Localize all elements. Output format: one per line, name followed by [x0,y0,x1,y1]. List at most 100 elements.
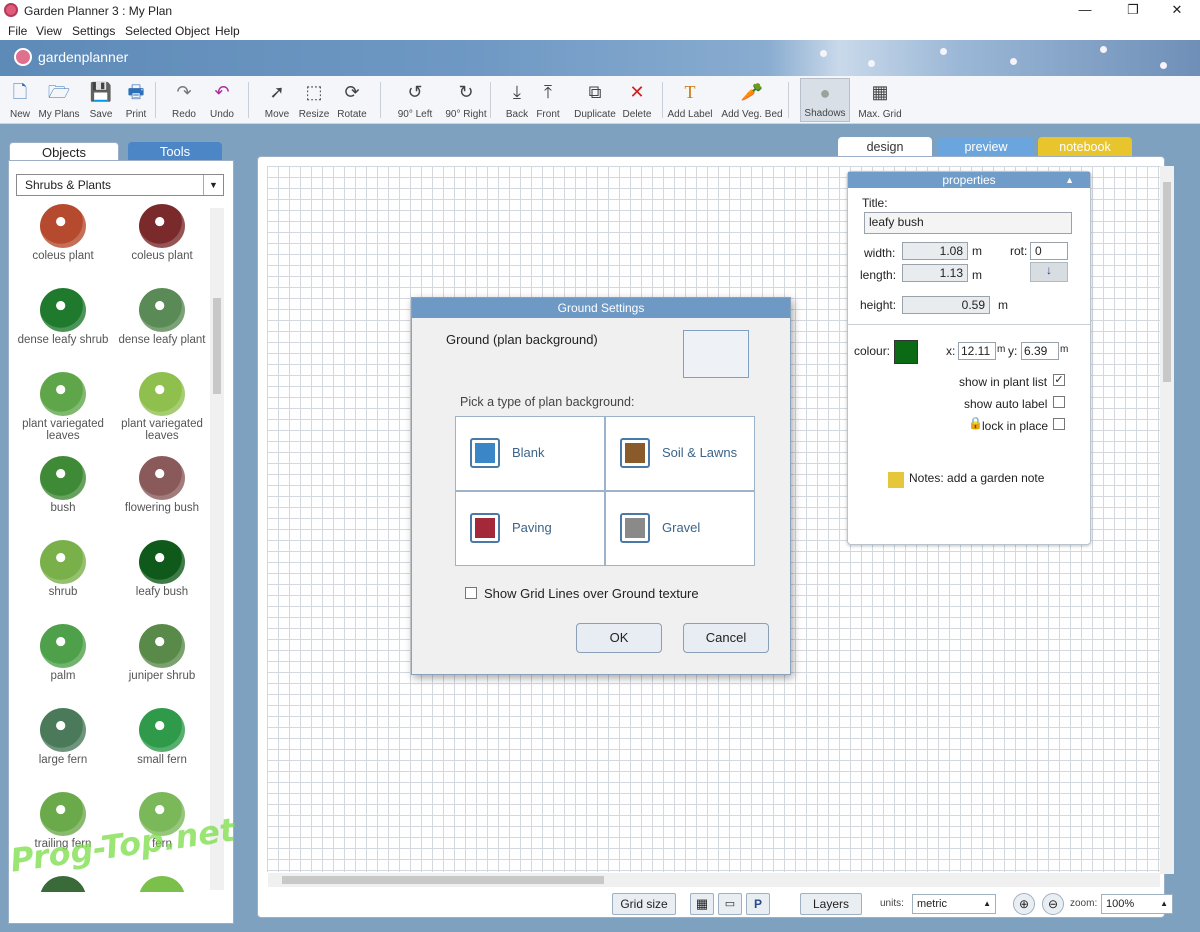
tab-notebook[interactable]: notebook [1038,137,1132,157]
menu-settings[interactable]: Settings [72,24,115,38]
menu-file[interactable]: File [8,24,27,38]
plant-item[interactable]: juniper shrub [113,620,210,704]
minimize-button[interactable]: — [1062,0,1108,22]
background-option-paving[interactable]: Paving [455,491,605,566]
undo-button[interactable]: ↶ Undo [202,78,242,122]
show-auto-label-checkbox[interactable] [1053,396,1065,408]
zoom-value: 100% [1106,898,1135,910]
shadows-button[interactable]: ● Shadows [800,78,850,122]
plant-item[interactable]: plant variegated leaves [14,368,112,452]
scrollbar-thumb[interactable] [213,298,221,394]
layers-button[interactable]: Layers [800,893,862,915]
menu-selected-object[interactable]: Selected Object [125,24,210,38]
rotation-handle-icon[interactable]: ↓ [1030,262,1068,282]
collapse-icon[interactable]: ▲ [1065,172,1074,188]
tab-tools[interactable]: Tools [128,142,222,162]
category-select[interactable]: Shrubs & Plants ▼ [16,174,224,196]
menu-bar: File View Settings Selected Object Help [0,22,1200,40]
tab-preview[interactable]: preview [938,137,1034,157]
delete-button[interactable]: ✕ Delete [620,78,654,122]
back-button[interactable]: ⤓ Back [500,78,534,122]
scrollbar-thumb[interactable] [1163,182,1171,382]
plant-item[interactable]: shrub [14,536,112,620]
plant-item[interactable]: dense leafy plant [113,284,210,368]
plant-item[interactable] [113,872,210,892]
add-label-button[interactable]: T Add Label [662,78,718,122]
plant-item[interactable]: coleus plant [113,204,210,284]
background-option-soil-lawns[interactable]: Soil & Lawns [605,416,755,491]
scrollbar-thumb[interactable] [282,876,604,884]
zoom-out-icon[interactable]: ⊖ [1042,893,1064,915]
zoom-in-icon[interactable]: ⊕ [1013,893,1035,915]
plant-list-scrollbar[interactable] [210,208,224,890]
y-unit: m [1060,344,1069,355]
length-field[interactable]: 1.13 [902,264,968,282]
max-grid-button[interactable]: ▦ Max. Grid [852,78,908,122]
grid-icon[interactable]: ▦ [690,893,714,915]
zoom-label: zoom: [1070,898,1098,909]
redo-button[interactable]: ↷ Redo [166,78,202,122]
y-field[interactable]: 6.39 [1021,342,1059,360]
new-file-icon: 🗋 [12,82,28,102]
plant-item[interactable]: small fern [113,704,210,788]
toolbar-label: Redo [172,109,196,120]
colour-swatch[interactable] [894,340,918,364]
title-field[interactable]: leafy bush [864,212,1072,234]
rot-field[interactable]: 0 [1030,242,1068,260]
note-icon [888,472,904,488]
plant-item[interactable]: leafy bush [113,536,210,620]
units-select[interactable]: metric ▲ [912,894,996,914]
canvas-vertical-scrollbar[interactable] [1160,166,1174,874]
rotate-button[interactable]: ⟳ Rotate [332,78,372,122]
maximize-button[interactable]: ❐ [1110,0,1156,22]
menu-help[interactable]: Help [215,24,240,38]
plant-list-icon[interactable]: P [746,893,770,915]
menu-view[interactable]: View [36,24,62,38]
plant-item[interactable]: plant variegated leaves [113,368,210,452]
grid-size-button[interactable]: Grid size [612,893,676,915]
height-field[interactable]: 0.59 [902,296,990,314]
colour-label: colour: [854,344,891,358]
plant-item[interactable]: bush [14,452,112,536]
plant-item[interactable]: coleus plant [14,204,112,284]
zoom-select[interactable]: 100% ▲ [1101,894,1173,914]
spinner-icon[interactable]: ▲ [1160,895,1168,913]
print-button[interactable]: 🖶 Print [118,78,154,122]
spinner-icon[interactable]: ▲ [983,895,991,913]
show-grid-lines-checkbox[interactable] [465,587,477,599]
toolbar-label: My Plans [38,109,80,120]
90-left-button[interactable]: ↺ 90° Left [390,78,440,122]
front-button[interactable]: ⤒ Front [530,78,566,122]
plant-item[interactable]: large fern [14,704,112,788]
bring-front-icon: ⤒ [544,82,552,102]
duplicate-button[interactable]: ⧉ Duplicate [570,78,620,122]
toolbar-label: Move [264,109,290,120]
canvas-horizontal-scrollbar[interactable] [268,873,1160,887]
resize-button[interactable]: ⬚ Resize [294,78,334,122]
ruler-icon[interactable]: ▭ [718,893,742,915]
plant-thumbnail [139,708,185,752]
my-plans-button[interactable]: 🗁 My Plans [36,78,82,122]
show-in-plant-list-checkbox[interactable]: ✓ [1053,374,1065,386]
plant-item[interactable]: dense leafy shrub [14,284,112,368]
add-note-link[interactable]: Notes: add a garden note [909,471,1044,485]
ok-button[interactable]: OK [576,623,662,653]
plant-item[interactable]: flowering bush [113,452,210,536]
move-button[interactable]: ➚ Move [258,78,296,122]
background-option-gravel[interactable]: Gravel [605,491,755,566]
save-button[interactable]: 💾 Save [84,78,118,122]
plant-name: coleus plant [131,250,193,262]
background-option-blank[interactable]: Blank [455,416,605,491]
close-window-button[interactable]: ✕ [1154,0,1200,22]
chevron-down-icon[interactable]: ▼ [203,175,223,195]
width-field[interactable]: 1.08 [902,242,968,260]
90-right-button[interactable]: ↻ 90° Right [440,78,492,122]
toolbar-label: 90° Right [445,109,487,120]
x-field[interactable]: 12.11 [958,342,996,360]
cancel-button[interactable]: Cancel [683,623,769,653]
add-veg-bed-button[interactable]: 🥕 Add Veg. Bed [716,78,788,122]
new-button[interactable]: 🗋 New [2,78,38,122]
properties-header[interactable]: properties ▲ [848,172,1090,188]
lock-in-place-checkbox[interactable] [1053,418,1065,430]
plant-item[interactable]: palm [14,620,112,704]
